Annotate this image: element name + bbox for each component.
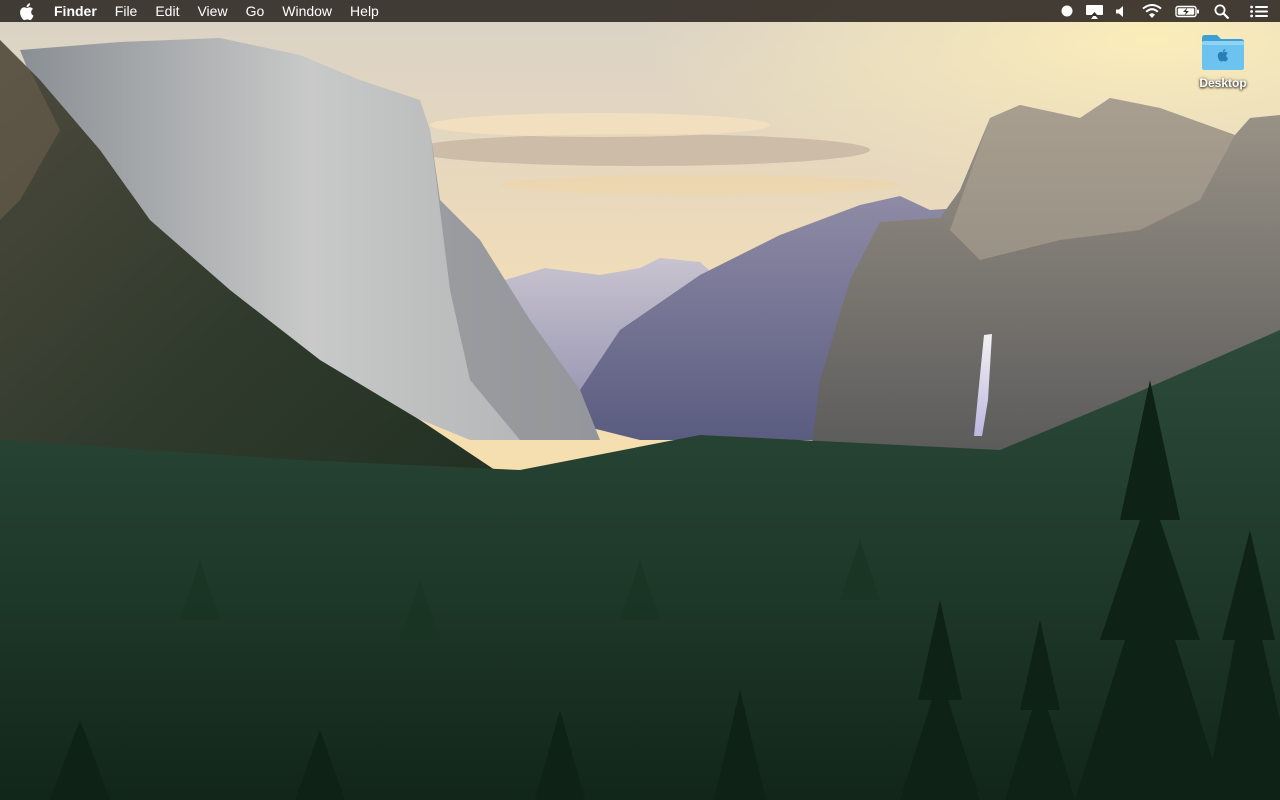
menu-app-name[interactable]: Finder [54, 0, 106, 22]
desktop-icon-label: Desktop [1199, 76, 1247, 90]
menu-view[interactable]: View [188, 0, 236, 22]
spotlight-search-icon[interactable] [1204, 0, 1238, 22]
menu-bar-left: Finder File Edit View Go Window Help [0, 0, 388, 22]
desktop[interactable]: Finder File Edit View Go Window Help Des… [0, 0, 1280, 800]
battery-charging-icon[interactable] [1170, 0, 1204, 22]
menu-bar: Finder File Edit View Go Window Help [0, 0, 1280, 22]
menu-edit[interactable]: Edit [146, 0, 188, 22]
airplay-display-icon[interactable] [1080, 0, 1108, 22]
apple-logo-icon[interactable] [19, 2, 35, 20]
record-dot-icon[interactable] [1054, 0, 1080, 22]
menu-go[interactable]: Go [237, 0, 274, 22]
notification-center-icon[interactable] [1238, 0, 1280, 22]
menu-window[interactable]: Window [273, 0, 341, 22]
desktop-folder-icon-item[interactable]: Desktop [1190, 30, 1256, 90]
menu-bar-status [1054, 0, 1280, 22]
menu-file[interactable]: File [106, 0, 147, 22]
folder-icon [1200, 32, 1246, 72]
wifi-icon[interactable] [1134, 0, 1170, 22]
menu-help[interactable]: Help [341, 0, 388, 22]
volume-icon[interactable] [1108, 0, 1134, 22]
desktop-wallpaper [0, 0, 1280, 800]
